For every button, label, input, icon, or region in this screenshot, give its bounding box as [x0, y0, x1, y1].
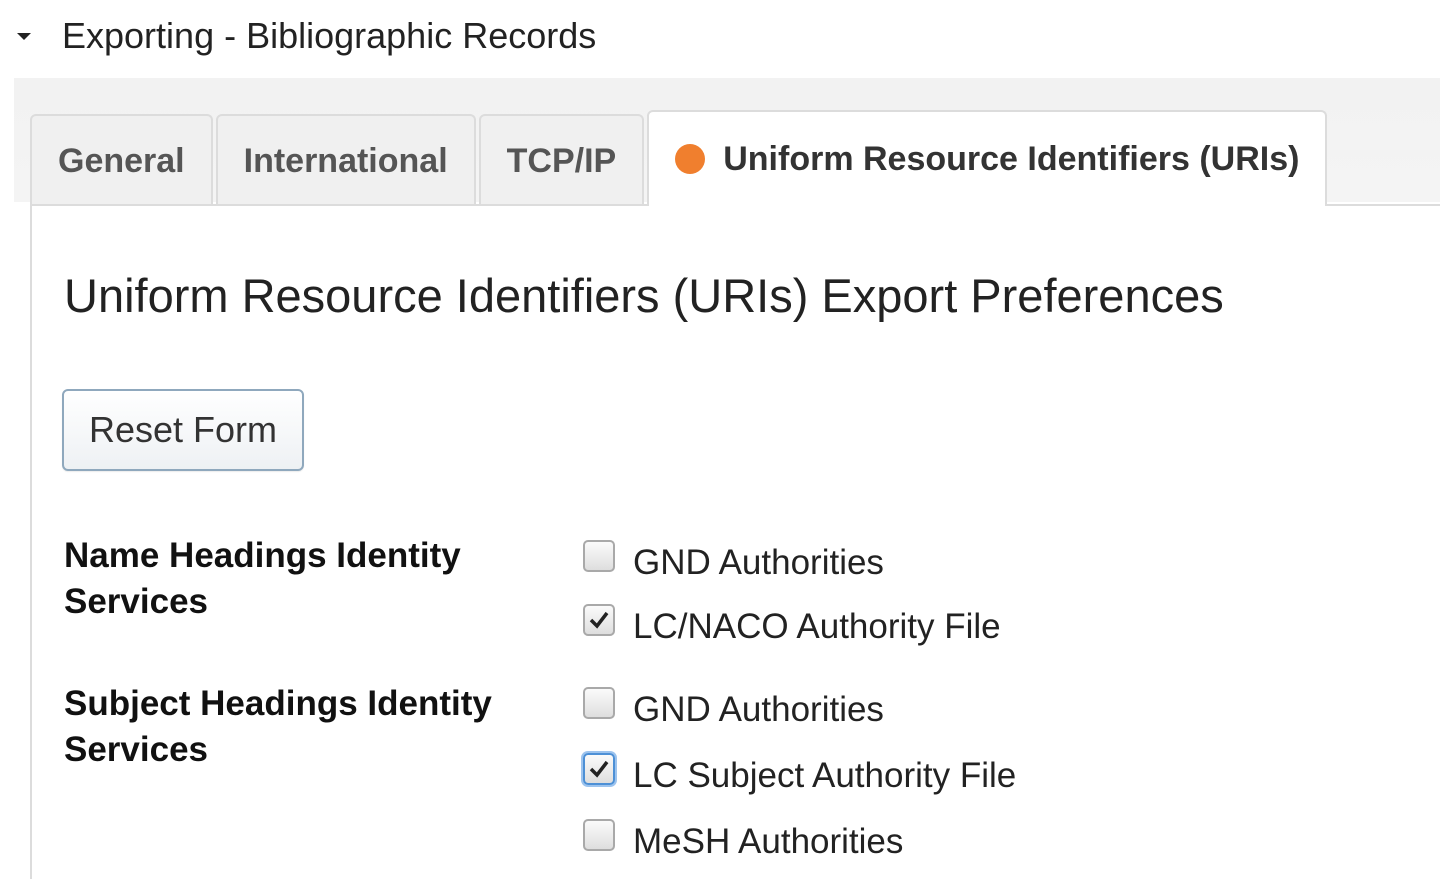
name-gnd-label[interactable]: GND Authorities [633, 543, 884, 583]
name-lcnaco-option[interactable]: LC/NACO Authority File [583, 604, 1001, 650]
collapse-section-toggle[interactable] [14, 26, 34, 46]
name-gnd-checkbox[interactable] [583, 540, 615, 572]
subject-lcsh-checkbox[interactable] [583, 753, 615, 785]
name-headings-label: Name Headings Identity Services [64, 536, 461, 621]
subject-mesh-option[interactable]: MeSH Authorities [583, 819, 903, 865]
section-title: Exporting - Bibliographic Records [62, 15, 597, 56]
checkmark-icon [589, 611, 609, 629]
subject-lcsh-label[interactable]: LC Subject Authority File [633, 756, 1016, 796]
panel-heading: Uniform Resource Identifiers (URIs) Expo… [64, 269, 1224, 322]
subject-lcsh-option[interactable]: LC Subject Authority File [583, 753, 1016, 799]
reset-form-button[interactable]: Reset Form [62, 389, 304, 471]
tab-label: General [58, 141, 185, 180]
name-lcnaco-label[interactable]: LC/NACO Authority File [633, 607, 1001, 647]
tab-label: International [243, 141, 448, 180]
subject-mesh-label[interactable]: MeSH Authorities [633, 822, 903, 862]
preferences-page: Exporting - Bibliographic Records Genera… [0, 0, 1440, 879]
tab-tcp-ip[interactable]: TCP/IP [478, 114, 645, 206]
name-gnd-option[interactable]: GND Authorities [583, 540, 884, 586]
subject-gnd-label[interactable]: GND Authorities [633, 690, 884, 730]
subject-gnd-checkbox[interactable] [583, 687, 615, 719]
subject-headings-label: Subject Headings Identity Services [64, 684, 492, 769]
tab-uris[interactable]: Uniform Resource Identifiers (URIs) [647, 110, 1328, 206]
tab-label: TCP/IP [506, 141, 617, 180]
tab-label: Uniform Resource Identifiers (URIs) [723, 139, 1300, 178]
tab-international[interactable]: International [215, 114, 476, 206]
subject-gnd-option[interactable]: GND Authorities [583, 687, 884, 733]
subject-mesh-checkbox[interactable] [583, 819, 615, 851]
name-lcnaco-checkbox[interactable] [583, 604, 615, 636]
caret-down-icon [14, 26, 34, 46]
tab-general[interactable]: General [30, 114, 213, 206]
changed-indicator-dot-icon [675, 144, 706, 174]
tab-bar: General International TCP/IP Uniform Res… [30, 110, 1330, 206]
checkmark-icon [589, 760, 609, 778]
